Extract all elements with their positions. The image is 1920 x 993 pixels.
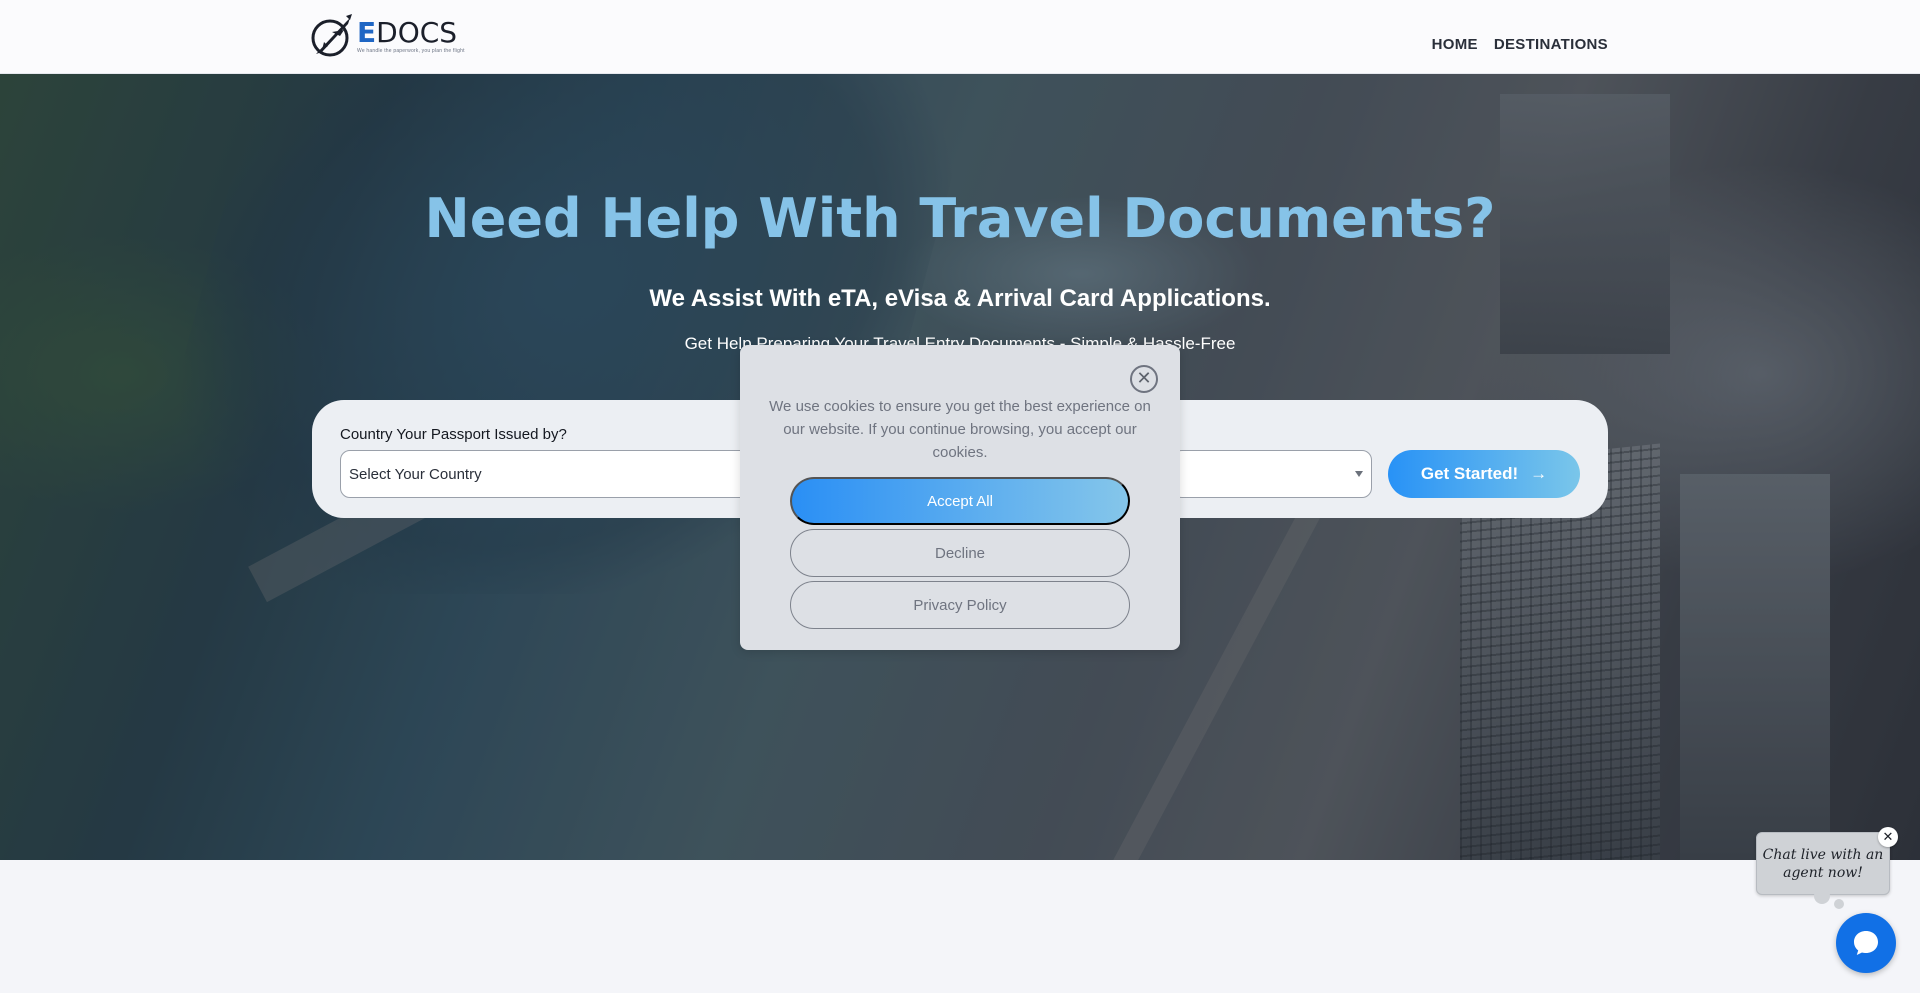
passport-country-value: Select Your Country xyxy=(349,465,482,483)
logo-first-letter: E xyxy=(357,15,377,49)
site-logo[interactable]: EDOCS We handle the paperwork, you plan … xyxy=(310,14,465,58)
logo-rest: DOCS xyxy=(376,15,458,49)
chat-bubble-tail xyxy=(1814,888,1830,904)
privacy-policy-button[interactable]: Privacy Policy xyxy=(790,581,1130,629)
decline-button[interactable]: Decline xyxy=(790,529,1130,577)
accept-all-button[interactable]: Accept All xyxy=(790,477,1130,525)
get-started-label: Get Started! xyxy=(1420,464,1519,483)
chat-icon xyxy=(1854,931,1878,955)
arrow-right-icon: → xyxy=(1530,464,1548,483)
chevron-down-icon xyxy=(1355,471,1363,477)
get-started-button[interactable]: Get Started! → xyxy=(1388,450,1580,498)
hero-title: Need Help With Travel Documents? xyxy=(424,187,1496,250)
chat-close-icon[interactable]: ✕ xyxy=(1878,827,1898,847)
passport-country-select[interactable]: Select Your Country xyxy=(340,450,784,498)
chat-bubble-tail xyxy=(1834,899,1844,909)
site-header: EDOCS We handle the paperwork, you plan … xyxy=(0,0,1920,74)
chat-prompt-text: Chat live with an agent now! xyxy=(1762,846,1884,881)
logo-text: EDOCS We handle the paperwork, you plan … xyxy=(357,15,465,54)
chat-prompt-bubble[interactable]: Chat live with an agent now! xyxy=(1756,832,1890,895)
passport-country-label: Country Your Passport Issued by? xyxy=(340,426,567,443)
nav-destinations-link[interactable]: DESTINATIONS xyxy=(1494,36,1608,53)
cookie-message: We use cookies to ensure you get the bes… xyxy=(769,398,1151,461)
logo-tagline: We handle the paperwork, you plan the fl… xyxy=(357,47,465,54)
nav-home-link[interactable]: HOME xyxy=(1432,36,1478,53)
hero-subtitle: We Assist With eTA, eVisa & Arrival Card… xyxy=(649,285,1271,312)
cookie-consent-modal: ✕ We use cookies to ensure you get the b… xyxy=(740,345,1180,650)
destination-select[interactable] xyxy=(1172,450,1372,498)
plane-logo-icon xyxy=(311,14,352,57)
close-icon[interactable]: ✕ xyxy=(1130,365,1158,393)
chat-launcher-button[interactable] xyxy=(1836,913,1896,973)
logo-name: EDOCS xyxy=(357,15,465,49)
main-nav: HOME DESTINATIONS xyxy=(1432,36,1608,53)
